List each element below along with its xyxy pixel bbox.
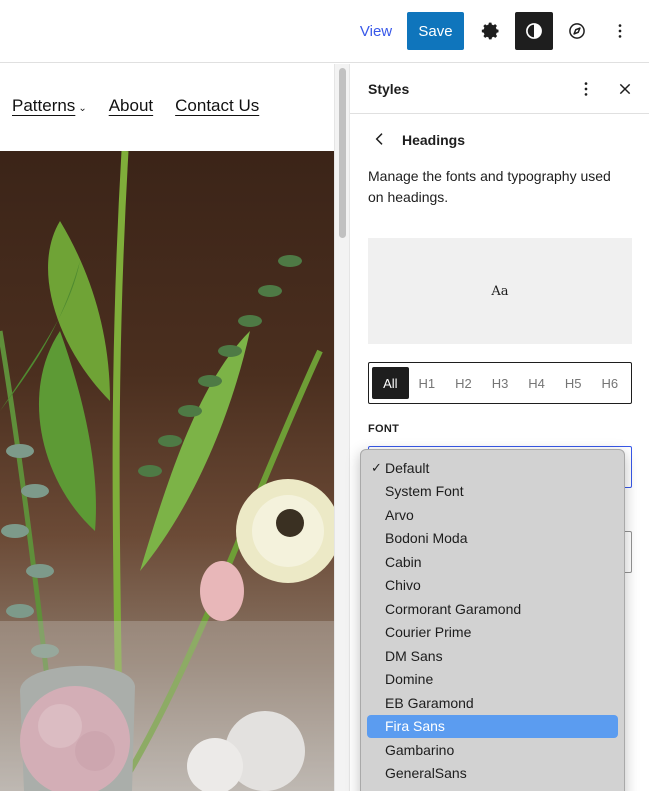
font-option-arvo[interactable]: Arvo bbox=[367, 503, 618, 527]
font-label: FONT bbox=[368, 423, 400, 435]
gear-icon bbox=[481, 22, 499, 40]
level-option-all[interactable]: All bbox=[372, 367, 409, 399]
font-option-fira-sans[interactable]: Fira Sans bbox=[367, 714, 618, 738]
sidebar-header: Styles bbox=[350, 64, 649, 114]
nav-item-label: Patterns bbox=[12, 96, 76, 115]
font-option-eb-garamond[interactable]: EB Garamond bbox=[367, 691, 618, 715]
contrast-icon bbox=[526, 23, 542, 39]
save-button[interactable]: Save bbox=[407, 12, 464, 50]
font-option-cabin[interactable]: Cabin bbox=[367, 550, 618, 574]
typography-preview: Aa bbox=[368, 238, 632, 344]
nav-item-patterns[interactable]: Patterns ⌄ bbox=[12, 96, 87, 116]
font-option-cormorant-garamond[interactable]: Cormorant Garamond bbox=[367, 597, 618, 621]
navigation-button[interactable] bbox=[558, 12, 596, 50]
nav-item-contact[interactable]: Contact Us bbox=[175, 96, 259, 116]
nav-item-about[interactable]: About bbox=[109, 96, 153, 116]
options-button[interactable] bbox=[601, 12, 639, 50]
level-option-h6[interactable]: H6 bbox=[591, 367, 628, 399]
panel-description: Manage the fonts and typography used on … bbox=[368, 168, 611, 205]
font-option-courier-prime[interactable]: Courier Prime bbox=[367, 621, 618, 645]
heading-level-toggle: All H1 H2 H3 H4 H5 H6 bbox=[368, 362, 632, 404]
level-option-h1[interactable]: H1 bbox=[409, 367, 446, 399]
sidebar-title: Styles bbox=[368, 81, 410, 97]
font-family-dropdown[interactable]: ✓ Default System Font Arvo Bodoni Moda Ca… bbox=[360, 449, 625, 791]
font-option-system-font[interactable]: System Font bbox=[367, 480, 618, 504]
level-option-h5[interactable]: H5 bbox=[555, 367, 592, 399]
checkmark-icon: ✓ bbox=[371, 459, 382, 475]
settings-button[interactable] bbox=[472, 12, 510, 50]
font-option-label: Default bbox=[385, 459, 430, 476]
close-icon bbox=[619, 83, 631, 95]
font-option-chivo[interactable]: Chivo bbox=[367, 574, 618, 598]
level-option-h2[interactable]: H2 bbox=[445, 367, 482, 399]
chevron-left-icon bbox=[375, 133, 383, 145]
font-option-default[interactable]: ✓ Default bbox=[367, 456, 618, 480]
scrollbar-thumb[interactable] bbox=[339, 68, 346, 238]
site-navigation: Patterns ⌄ About Contact Us bbox=[12, 96, 259, 116]
chevron-down-icon: ⌄ bbox=[78, 103, 87, 114]
font-option-bodoni-moda[interactable]: Bodoni Moda bbox=[367, 527, 618, 551]
view-button[interactable]: View bbox=[352, 12, 400, 50]
font-option-generalsans[interactable]: GeneralSans bbox=[367, 762, 618, 786]
canvas-scrollbar[interactable] bbox=[334, 64, 350, 791]
vertical-ellipsis-icon bbox=[584, 82, 588, 96]
editor-canvas[interactable]: Patterns ⌄ About Contact Us bbox=[0, 64, 334, 791]
panel-title: Headings bbox=[402, 132, 466, 148]
hero-image bbox=[0, 151, 334, 791]
styles-actions-button[interactable] bbox=[573, 76, 599, 102]
editor-top-bar: View Save bbox=[0, 0, 649, 63]
styles-button[interactable] bbox=[515, 12, 553, 50]
level-option-h3[interactable]: H3 bbox=[482, 367, 519, 399]
close-sidebar-button[interactable] bbox=[612, 76, 638, 102]
font-option-domine[interactable]: Domine bbox=[367, 668, 618, 692]
level-option-h4[interactable]: H4 bbox=[518, 367, 555, 399]
vertical-ellipsis-icon bbox=[618, 24, 622, 38]
font-option-dm-sans[interactable]: DM Sans bbox=[367, 644, 618, 668]
compass-icon bbox=[569, 23, 585, 39]
back-button[interactable] bbox=[368, 127, 392, 151]
font-option-gambarino[interactable]: Gambarino bbox=[367, 738, 618, 762]
preview-text: Aa bbox=[491, 283, 509, 299]
flower-arrangement-illustration bbox=[0, 151, 334, 791]
